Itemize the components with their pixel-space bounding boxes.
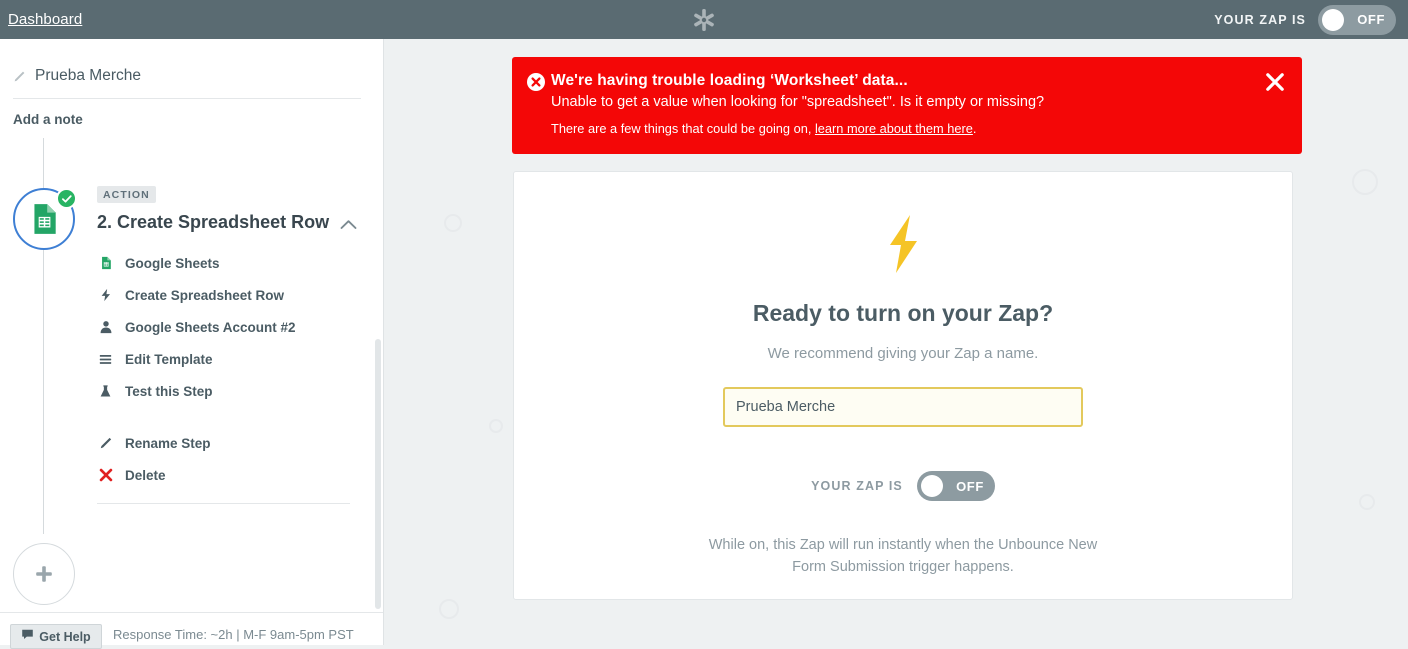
error-subtitle: Unable to get a value when looking for "… (551, 94, 1045, 110)
toggle-state-text: OFF (956, 478, 984, 494)
dashboard-link[interactable]: Dashboard (8, 11, 82, 28)
google-sheets-icon (27, 202, 61, 236)
sidebar-footer: Get Help Response Time: ~2h | M-F 9am-5p… (0, 612, 383, 649)
add-a-note-button[interactable]: Add a note (13, 112, 383, 127)
toggle-knob (920, 475, 943, 497)
zapier-asterisk-icon (692, 8, 716, 32)
menu-item-label: Delete (125, 467, 166, 483)
turn-on-zap-card: Ready to turn on your Zap? We recommend … (513, 171, 1293, 600)
menu-item-label: Test this Step (125, 383, 213, 399)
menu-item-label: Create Spreadsheet Row (125, 287, 285, 303)
zap-on-off-toggle[interactable]: OFF (1318, 4, 1396, 35)
page-scrollbar[interactable] (1397, 78, 1408, 645)
menu-item-account[interactable]: Google Sheets Account #2 (97, 311, 367, 343)
decoration-circle (1359, 494, 1375, 510)
menu-item-label: Google Sheets Account #2 (125, 319, 296, 335)
top-bar: Dashboard YOUR ZAP IS OFF (0, 0, 1408, 39)
error-footer: There are a few things that could be goi… (551, 121, 976, 136)
step-menu: Google Sheets Create Spreadsheet Row Goo… (97, 247, 367, 504)
menu-spacer (97, 407, 367, 427)
menu-divider (97, 503, 350, 504)
decoration-circle (439, 599, 459, 619)
decoration-circle (1352, 169, 1378, 195)
menu-item-label: Rename Step (125, 435, 211, 451)
card-zap-state: YOUR ZAP IS OFF (811, 471, 995, 501)
flask-icon (97, 384, 114, 399)
menu-item-edit-template[interactable]: Edit Template (97, 343, 367, 375)
pencil-icon (97, 436, 114, 450)
lightning-bolt-icon (97, 287, 114, 303)
get-help-button[interactable]: Get Help (10, 624, 102, 649)
decoration-circle (489, 419, 503, 433)
topbar-zap-state: YOUR ZAP IS OFF (1214, 4, 1396, 35)
step-details: ACTION 2. Create Spreadsheet Row Google … (97, 185, 367, 504)
error-footer-suffix: . (972, 121, 977, 136)
person-icon (97, 320, 114, 334)
card-footer-text: While on, this Zap will run instantly wh… (708, 537, 1098, 575)
step-app-avatar[interactable] (13, 188, 77, 250)
check-circle-icon (56, 188, 77, 209)
decoration-circle (444, 214, 462, 232)
get-help-label: Get Help (39, 629, 91, 644)
card-subtitle: We recommend giving your Zap a name. (767, 345, 1039, 362)
list-lines-icon (97, 353, 114, 366)
card-title: Ready to turn on your Zap? (752, 300, 1054, 326)
menu-item-label: Edit Template (125, 351, 213, 367)
plus-icon (34, 564, 54, 584)
menu-item-create-spreadsheet-row[interactable]: Create Spreadsheet Row (97, 279, 367, 311)
red-x-icon (97, 468, 114, 482)
sidebar-scrollbar[interactable] (375, 339, 381, 609)
menu-item-rename-step[interactable]: Rename Step (97, 427, 367, 459)
chevron-up-icon[interactable] (340, 217, 357, 229)
lightning-bolt-icon (881, 214, 925, 274)
google-sheets-icon (97, 256, 114, 270)
menu-item-test-this-step[interactable]: Test this Step (97, 375, 367, 407)
zap-name-row[interactable]: Prueba Merche (13, 67, 361, 99)
error-circle-icon (527, 73, 545, 91)
add-step-button[interactable] (13, 543, 75, 605)
step-header[interactable]: 2. Create Spreadsheet Row (97, 212, 367, 233)
menu-item-label: Google Sheets (125, 255, 220, 271)
response-time-text: Response Time: ~2h | M-F 9am-5pm PST (113, 627, 354, 642)
error-footer-prefix: There are a few things that could be goi… (551, 121, 815, 136)
zap-name-text: Prueba Merche (35, 67, 141, 84)
learn-more-link[interactable]: learn more about them here (815, 121, 973, 136)
step-type-badge: ACTION (97, 186, 156, 203)
zap-name-input[interactable] (723, 387, 1083, 427)
error-title: We're having trouble loading ‘Worksheet’… (551, 72, 908, 89)
menu-item-delete[interactable]: Delete (97, 459, 367, 491)
sidebar: Prueba Merche Add a note ACTION 2. Creat… (0, 39, 384, 649)
card-toggle-label: YOUR ZAP IS (811, 479, 903, 493)
topbar-zap-state-label: YOUR ZAP IS (1214, 12, 1306, 27)
chat-icon (21, 628, 34, 646)
toggle-knob (1322, 8, 1344, 31)
menu-item-google-sheets[interactable]: Google Sheets (97, 247, 367, 279)
card-zap-on-off-toggle[interactable]: OFF (916, 471, 995, 501)
pencil-icon (13, 70, 26, 83)
step-title: 2. Create Spreadsheet Row (97, 212, 330, 232)
close-icon[interactable] (1264, 71, 1286, 93)
main-canvas: We're having trouble loading ‘Worksheet’… (384, 39, 1408, 645)
error-banner: We're having trouble loading ‘Worksheet’… (512, 57, 1302, 154)
toggle-state-text: OFF (1357, 12, 1385, 27)
